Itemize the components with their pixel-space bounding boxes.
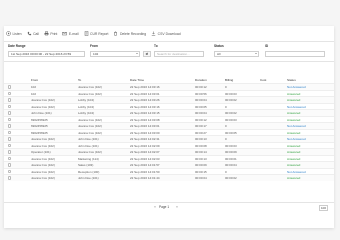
column-cost[interactable]: Cost xyxy=(260,78,266,82)
table-header: From To Date Time Duration Billing Cost … xyxy=(4,76,334,83)
status-filter-label: Status xyxy=(214,44,224,48)
print-icon xyxy=(44,31,49,36)
status-dropdown-icon xyxy=(255,53,257,54)
to-field[interactable]: Search for destination... xyxy=(154,51,204,57)
table-row[interactable]: Joanna Cox (102) John Doe (101) 22 Sep 201… xyxy=(4,174,334,181)
download-icon xyxy=(151,31,156,36)
row-select-checkbox[interactable] xyxy=(8,163,12,167)
column-billing[interactable]: Billing xyxy=(225,78,233,82)
csv-download-label: CSV Download xyxy=(157,31,181,36)
email-button[interactable]: E-mail xyxy=(62,31,79,36)
row-select-checkbox[interactable] xyxy=(8,150,12,154)
cell-duration: 00:00:04 xyxy=(195,176,207,181)
cell-status: Answered xyxy=(287,176,301,181)
table-body: 102 Joanna Cox (102) 22 Sep 2016 14:03:16 0… xyxy=(4,83,334,181)
swap-button[interactable]: ⇄ xyxy=(143,51,151,57)
pagination: « Page 1 » 100 xyxy=(4,202,334,211)
cell-to: John Doe (101) xyxy=(78,176,99,181)
column-duration[interactable]: Duration xyxy=(195,78,207,82)
cell-billing: 00:00:02 xyxy=(225,176,237,181)
date-range-label: Date Range xyxy=(8,44,26,48)
call-button[interactable]: Call xyxy=(27,31,39,36)
column-date-time[interactable]: Date Time xyxy=(130,78,144,82)
toolbar-divider xyxy=(4,41,334,42)
delete-recording-label: Delete Recording xyxy=(119,31,147,36)
listen-label: Listen xyxy=(12,31,22,36)
cur-report-button[interactable]: CUR Report xyxy=(84,31,109,36)
from-field[interactable]: 102 xyxy=(90,51,140,57)
column-to[interactable]: To xyxy=(78,78,81,82)
toolbar: Listen Call Print E-mail CUR Report Dele… xyxy=(6,28,334,39)
cur-report-label: CUR Report xyxy=(90,31,109,36)
to-label: To xyxy=(154,44,158,48)
email-label: E-mail xyxy=(68,31,79,36)
row-select-checkbox[interactable] xyxy=(8,104,12,109)
row-select-checkbox[interactable] xyxy=(8,137,12,141)
from-dropdown-icon xyxy=(136,53,138,54)
from-label: From xyxy=(90,44,98,48)
report-icon xyxy=(84,31,88,36)
row-select-checkbox[interactable] xyxy=(8,176,12,180)
trash-icon xyxy=(114,31,118,36)
print-button[interactable]: Print xyxy=(44,31,57,36)
listen-button[interactable]: Listen xyxy=(6,31,22,36)
row-select-checkbox[interactable] xyxy=(8,111,12,115)
row-select-checkbox[interactable] xyxy=(8,130,12,135)
cell-date-time: 22 Sep 2016 14:01:44 xyxy=(130,176,160,181)
row-select-checkbox[interactable] xyxy=(8,91,12,96)
id-filter-label: ID xyxy=(265,44,269,48)
mail-icon xyxy=(62,32,68,36)
row-select-checkbox[interactable] xyxy=(8,143,12,148)
call-label: Call xyxy=(33,31,39,36)
next-page-button[interactable]: » xyxy=(176,205,178,209)
play-icon xyxy=(6,31,11,36)
prev-page-button[interactable]: « xyxy=(154,205,156,209)
phone-icon xyxy=(27,31,31,36)
filters-divider xyxy=(4,61,334,62)
delete-recording-button[interactable]: Delete Recording xyxy=(113,31,146,36)
date-range-field[interactable]: 1st Sep 2016 00:00:00 - 22 Sep 2016 23:5… xyxy=(8,51,85,57)
print-label: Print xyxy=(50,31,58,36)
status-filter-select[interactable]: All xyxy=(214,51,259,57)
row-select-checkbox[interactable] xyxy=(8,169,12,174)
row-select-checkbox[interactable] xyxy=(8,98,12,102)
column-from[interactable]: From xyxy=(31,78,38,82)
row-select-checkbox[interactable] xyxy=(8,117,12,122)
id-filter-field[interactable] xyxy=(265,51,325,57)
column-status[interactable]: Status xyxy=(287,78,296,82)
row-select-checkbox[interactable] xyxy=(8,124,12,128)
page-size-select[interactable]: 100 xyxy=(318,204,328,211)
cell-from: Joanna Cox (102) xyxy=(31,176,55,181)
row-select-checkbox[interactable] xyxy=(8,85,12,89)
page-indicator: Page 1 xyxy=(159,205,170,209)
csv-download-button[interactable]: CSV Download xyxy=(151,31,181,36)
row-select-checkbox[interactable] xyxy=(8,156,12,161)
